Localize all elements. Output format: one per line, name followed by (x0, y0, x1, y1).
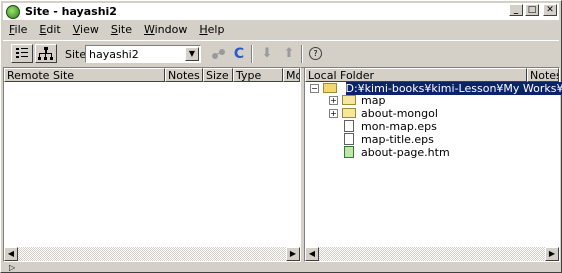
file-icon (344, 133, 354, 145)
file-icon (344, 120, 354, 132)
minimize-button[interactable]: _ (509, 4, 523, 16)
folder-icon (342, 108, 356, 118)
column-notes[interactable]: Notes (165, 68, 203, 82)
put-button[interactable]: ⬆ (279, 44, 299, 63)
menu-edit[interactable]: Edit (33, 22, 66, 38)
tree-item-about-page[interactable]: about-page.htm (344, 146, 450, 159)
connect-button[interactable] (209, 44, 229, 63)
item-label: map (361, 94, 386, 107)
column-remote-site[interactable]: Remote Site (4, 68, 165, 82)
status-bar: ▷ (3, 263, 559, 272)
site-files-button[interactable] (11, 44, 33, 63)
menu-file[interactable]: File (3, 22, 33, 38)
toolbar-separator (301, 45, 303, 63)
folder-icon (342, 95, 356, 105)
menu-bar: File Edit View Site Window Help (3, 22, 230, 38)
scroll-left-icon[interactable]: ◀ (4, 247, 18, 261)
local-column-headers: Local Folder Notes (305, 68, 559, 82)
expand-icon[interactable]: + (329, 109, 338, 118)
open-folder-icon (323, 83, 337, 93)
close-button[interactable]: ✕ (543, 4, 557, 16)
item-label: about-mongol (361, 107, 438, 120)
refresh-button[interactable]: C (229, 44, 249, 63)
expand-icon[interactable]: + (329, 96, 338, 105)
menu-window[interactable]: Window (138, 22, 193, 38)
dreamweaver-app-icon (6, 4, 20, 19)
help-icon: ? (313, 49, 318, 58)
collapse-icon[interactable]: − (310, 84, 319, 93)
menu-site[interactable]: Site (105, 22, 138, 38)
site-map-icon (38, 47, 53, 60)
local-folder-panel[interactable]: Local Folder Notes − D:¥kimi-books¥kimi-… (304, 67, 562, 262)
item-label: about-page.htm (361, 146, 450, 159)
site-files-icon (16, 48, 28, 58)
tree-item-about-mongol[interactable]: about-mongol (342, 107, 438, 120)
site-window: Site - hayashi2 _ □ ✕ File Edit View Sit… (0, 0, 562, 273)
local-horizontal-scrollbar[interactable]: ◀ ▶ (305, 247, 559, 261)
html-file-icon (344, 146, 354, 158)
menu-help[interactable]: Help (193, 22, 230, 38)
tree-item-mon-map[interactable]: mon-map.eps (344, 120, 437, 133)
tree-item-map-title[interactable]: map-title.eps (344, 133, 434, 146)
title-bar[interactable]: Site - hayashi2 _ □ ✕ (3, 3, 559, 20)
item-label: map-title.eps (361, 133, 434, 146)
refresh-icon: C (233, 45, 245, 62)
get-button[interactable]: ⬇ (257, 44, 277, 63)
scroll-right-icon[interactable]: ▶ (286, 247, 300, 261)
menu-view[interactable]: View (67, 22, 105, 38)
column-type[interactable]: Type (233, 68, 283, 82)
item-label: mon-map.eps (361, 120, 437, 133)
scroll-right-icon[interactable]: ▶ (545, 247, 559, 261)
toolbar-separator (251, 45, 253, 63)
remote-horizontal-scrollbar[interactable]: ◀ ▶ (4, 247, 300, 261)
column-notes[interactable]: Notes (527, 68, 559, 82)
remote-column-headers: Remote Site Notes Size Type Moc (4, 68, 300, 82)
window-title: Site - hayashi2 (25, 5, 117, 18)
tree-item-map[interactable]: map (342, 94, 385, 107)
connect-icon (212, 48, 225, 59)
expand-panel-icon[interactable]: ▷ (9, 263, 15, 272)
site-select-value: hayashi2 (89, 48, 139, 61)
window-controls: _ □ ✕ (509, 4, 557, 16)
help-button[interactable]: ? (309, 47, 322, 60)
toolbar: Site: hayashi2 ▼ C ⬇ ⬆ ? (3, 40, 559, 68)
maximize-button[interactable]: □ (525, 4, 539, 16)
remote-site-panel[interactable]: Remote Site Notes Size Type Moc ◀ ▶ (3, 67, 301, 262)
get-icon: ⬇ (261, 46, 273, 61)
site-select[interactable]: hayashi2 ▼ (85, 45, 201, 63)
scroll-left-icon[interactable]: ◀ (305, 247, 319, 261)
column-local-folder[interactable]: Local Folder (305, 68, 527, 82)
put-icon: ⬆ (283, 46, 295, 61)
column-size[interactable]: Size (203, 68, 233, 82)
column-modified[interactable]: Moc (283, 68, 300, 82)
site-dropdown-arrow-icon[interactable]: ▼ (185, 47, 199, 61)
site-map-button[interactable] (35, 44, 57, 63)
